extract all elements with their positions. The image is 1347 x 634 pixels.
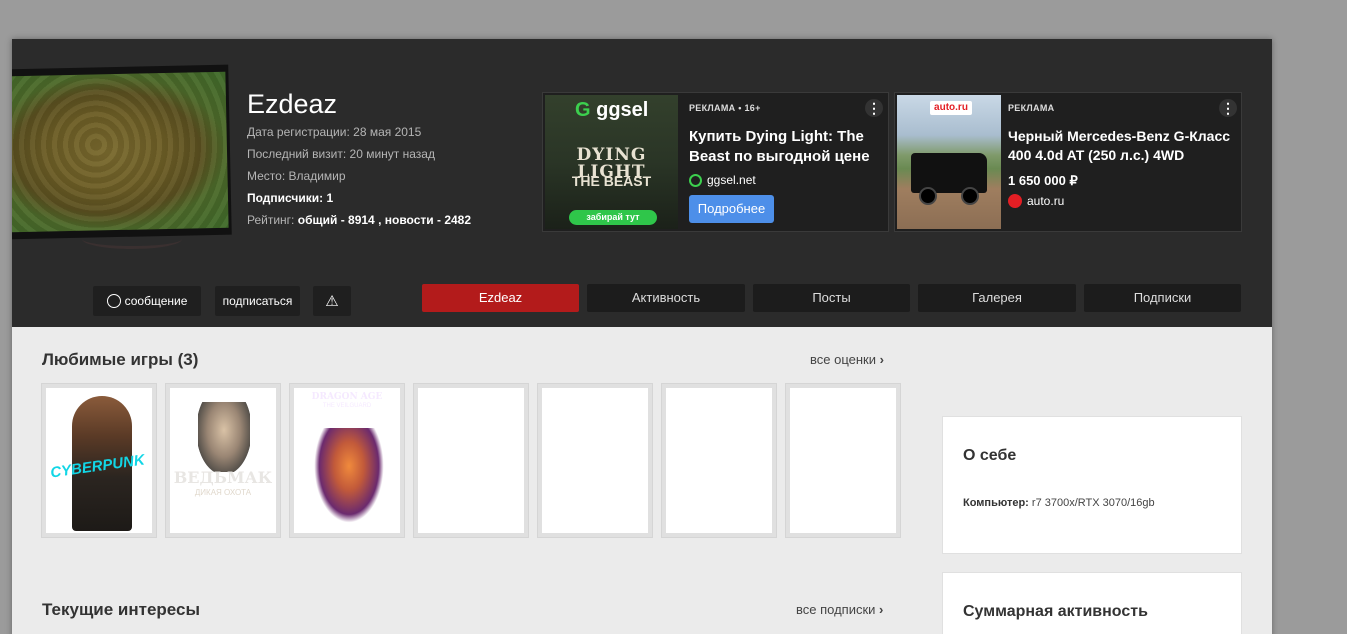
autoru-logo: auto.ru xyxy=(930,101,972,115)
all-subscriptions-link[interactable]: все подписки › xyxy=(796,602,883,617)
ad-image-pill: забирай тут xyxy=(569,210,657,225)
kebab-menu-icon[interactable]: ⋮ xyxy=(865,99,883,117)
game-cover-subtitle: THE VEILGUARD xyxy=(322,403,372,409)
computer-info: Компьютер: r7 3700x/RTX 3070/16gb xyxy=(963,497,1155,509)
ad-price: 1 650 000 ₽ xyxy=(1008,173,1078,188)
chevron-right-icon: › xyxy=(879,602,884,617)
registration-info: Дата регистрации: 28 мая 2015 xyxy=(247,125,422,139)
all-ratings-link[interactable]: все оценки › xyxy=(810,352,884,367)
game-card-empty xyxy=(537,383,653,538)
ad-domain[interactable]: ggsel.net xyxy=(689,173,756,187)
activity-title: Суммарная активность xyxy=(963,603,1148,620)
tab-gallery[interactable]: Галерея xyxy=(918,284,1076,312)
ad-title[interactable]: Купить Dying Light: The Beast по выгодно… xyxy=(689,127,879,167)
profile-page: Ezdeaz Дата регистрации: 28 мая 2015 Пос… xyxy=(12,39,1272,634)
game-cover-title: ВЕДЬМАК xyxy=(173,468,273,487)
game-cover-subtitle: ДИКАЯ ОХОТА xyxy=(194,488,252,497)
ad-image-subtitle: THE BEAST xyxy=(571,173,652,189)
avatar xyxy=(12,64,232,240)
autoru-favicon-icon xyxy=(1008,194,1022,208)
game-card[interactable]: ВЕДЬМАК ДИКАЯ ОХОТА xyxy=(165,383,281,538)
game-card-empty xyxy=(413,383,529,538)
ad-label: РЕКЛАМА • 16+ xyxy=(689,103,761,113)
ad-image-car: auto.ru xyxy=(897,95,1001,229)
profile-header: Ezdeaz Дата регистрации: 28 мая 2015 Пос… xyxy=(12,39,1272,327)
ad-autoru[interactable]: auto.ru РЕКЛАМА ⋮ Черный Mercedes-Benz G… xyxy=(894,92,1242,232)
tab-activity[interactable]: Активность xyxy=(587,284,745,312)
game-card-empty xyxy=(661,383,777,538)
activity-box: Суммарная активность xyxy=(942,572,1242,634)
followers-link[interactable]: Подписчики: 1 xyxy=(247,191,333,205)
rating-info: Рейтинг: общий - 8914 , новости - 2482 xyxy=(247,213,472,227)
kebab-menu-icon[interactable]: ⋮ xyxy=(1219,99,1237,117)
car-shape xyxy=(911,153,987,205)
report-warning-icon[interactable]: ⚠ xyxy=(313,286,351,316)
game-cover-title: DRAGON AGE xyxy=(311,392,383,402)
ad-title[interactable]: Черный Mercedes-Benz G-Класс 400 4.0d AT… xyxy=(1008,127,1236,165)
last-visit-info: Последний визит: 20 минут назад xyxy=(247,147,435,161)
avatar-ring xyxy=(82,229,182,249)
chevron-right-icon: › xyxy=(879,352,884,367)
ad-image-dying-light: G ggsel DYING LIGHT THE BEAST забирай ту… xyxy=(545,95,678,229)
about-title: О себе xyxy=(963,447,1017,464)
chat-bubble-icon xyxy=(106,294,121,308)
ad-more-button[interactable]: Подробнее xyxy=(689,195,774,223)
about-box: О себе Компьютер: r7 3700x/RTX 3070/16gb xyxy=(942,416,1242,554)
tab-posts[interactable]: Посты xyxy=(753,284,910,312)
game-cover: DRAGON AGE THE VEILGUARD xyxy=(294,388,400,533)
game-card-empty xyxy=(785,383,901,538)
ggsel-favicon-icon xyxy=(689,173,702,187)
ad-label: РЕКЛАМА xyxy=(1008,103,1055,113)
tab-subscriptions[interactable]: Подписки xyxy=(1084,284,1241,312)
interests-title: Текущие интересы xyxy=(42,600,201,619)
location-info: Место: Владимир xyxy=(247,169,346,183)
game-cover: ВЕДЬМАК ДИКАЯ ОХОТА xyxy=(170,388,276,533)
tab-profile[interactable]: Ezdeaz xyxy=(422,284,579,312)
game-cover: CYBERPUNK xyxy=(46,388,152,533)
username: Ezdeaz xyxy=(247,89,338,119)
subscribe-button[interactable]: подписаться xyxy=(215,286,300,316)
message-button[interactable]: сообщение xyxy=(93,286,201,316)
ad-domain[interactable]: auto.ru xyxy=(1008,194,1064,208)
game-card[interactable]: DRAGON AGE THE VEILGUARD xyxy=(289,383,405,538)
ad-ggsel[interactable]: G ggsel DYING LIGHT THE BEAST забирай ту… xyxy=(542,92,889,232)
favorites-title: Любимые игры (3) xyxy=(42,350,199,369)
game-card[interactable]: CYBERPUNK xyxy=(41,383,157,538)
ggsel-logo: G ggsel xyxy=(575,99,649,121)
